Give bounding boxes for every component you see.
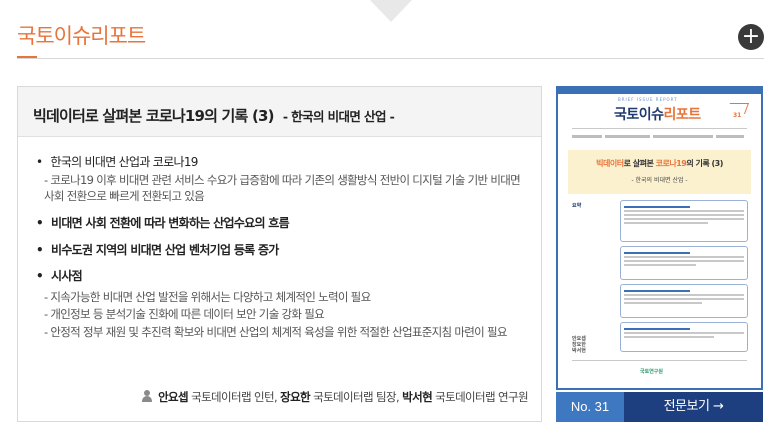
cover-meta-line bbox=[572, 134, 747, 140]
cover-summary-box bbox=[620, 284, 748, 318]
headline-part: 코로나19 bbox=[655, 159, 687, 168]
cover-headline: 빅데이터로 살펴본 코로나19의 기록 (3) bbox=[568, 158, 751, 169]
meta-text bbox=[716, 135, 744, 138]
author-name: 장요한 bbox=[280, 390, 311, 404]
summary-item: 비대면 사회 전환에 따라 변화하는 산업수요의 흐름 bbox=[36, 214, 290, 232]
author-role: 국토데이터랩 연구원 bbox=[432, 390, 528, 404]
summary-item: 시사점 bbox=[36, 267, 83, 285]
section-title: 국토이슈리포트 bbox=[17, 24, 146, 48]
headline-part: 빅데이터 bbox=[596, 159, 624, 168]
cover-tag: BRIEF ISSUE REPORT bbox=[618, 97, 678, 102]
cover-summary-box bbox=[620, 246, 748, 280]
author-role: 국토데이터랩 인턴, bbox=[188, 390, 281, 404]
top-notch-decoration bbox=[370, 0, 412, 22]
cover-summary-box bbox=[620, 322, 748, 352]
cover-authors: 안요셉 장요한 박서현 bbox=[572, 336, 586, 354]
cover-top-band bbox=[558, 88, 761, 94]
person-icon bbox=[142, 390, 153, 402]
summary-item: 비수도권 지역의 비대면 산업 벤처기업 등록 증가 bbox=[36, 241, 279, 259]
cover-brand: 국토이슈리포트 bbox=[614, 104, 701, 124]
cover-rule bbox=[572, 128, 747, 129]
cover-brand-a: 국토이슈 bbox=[614, 107, 664, 123]
author-name: 안요셉 bbox=[158, 390, 189, 404]
report-summary-card: 빅데이터로 살펴본 코로나19의 기록 (3) - 한국의 비대면 산업 - 한… bbox=[17, 86, 542, 422]
cover-subhead: - 한국의 비대면 산업 - bbox=[631, 177, 688, 184]
report-title[interactable]: 빅데이터로 살펴본 코로나19의 기록 (3) bbox=[33, 107, 275, 125]
report-header: 빅데이터로 살펴본 코로나19의 기록 (3) - 한국의 비대면 산업 - bbox=[18, 87, 541, 137]
report-subtitle: - 한국의 비대면 산업 - bbox=[282, 109, 395, 124]
more-button[interactable]: + bbox=[738, 24, 764, 50]
summary-detail: - 안정적 정부 재원 및 추진력 확보와 비대면 산업의 체계적 육성을 위한… bbox=[44, 325, 507, 339]
author-role: 국토데이터랩 팀장, bbox=[310, 390, 403, 404]
cover-headline-band: 빅데이터로 살펴본 코로나19의 기록 (3) - 한국의 비대면 산업 - bbox=[568, 150, 751, 194]
summary-detail: - 코로나19 이후 비대면 관련 서비스 수요가 급증함에 따라 기존의 생활… bbox=[44, 173, 521, 203]
cover-summary-box bbox=[620, 200, 748, 242]
cover-brand-b: 리포트 bbox=[663, 107, 702, 123]
headline-part: 로 살펴본 bbox=[623, 159, 656, 168]
report-cover-thumbnail[interactable]: BRIEF ISSUE REPORT 국토이슈리포트 31 빅데이터로 살펴본 … bbox=[556, 86, 763, 390]
summary-item: 한국의 비대면 산업과 코로나19 bbox=[36, 153, 198, 171]
cover-issue-number: 31 bbox=[733, 112, 742, 119]
cover-summary-label: 요약 bbox=[572, 203, 582, 209]
headline-part: 의 기록 (3) bbox=[686, 159, 723, 168]
author-name: 박서현 bbox=[402, 390, 433, 404]
full-view-button[interactable]: 전문보기 → bbox=[624, 392, 763, 422]
cover-rule bbox=[572, 360, 747, 361]
authors-line: 안요셉 국토데이터랩 인턴, 장요한 국토데이터랩 팀장, 박서현 국토데이터랩… bbox=[142, 389, 529, 405]
plus-circle-icon: + bbox=[741, 24, 761, 49]
cover-logo: 국토연구원 bbox=[640, 369, 664, 375]
summary-detail: - 개인정보 등 분석기술 진화에 따른 데이터 보안 기술 강화 필요 bbox=[44, 307, 325, 321]
issue-number-badge: No. 31 bbox=[556, 392, 624, 422]
header-divider bbox=[17, 58, 764, 59]
meta-text bbox=[572, 135, 602, 138]
meta-text bbox=[605, 135, 650, 138]
summary-detail: - 지속가능한 비대면 산업 발전을 위해서는 다양하고 체계적인 노력이 필요 bbox=[44, 290, 371, 304]
meta-text bbox=[653, 135, 713, 138]
